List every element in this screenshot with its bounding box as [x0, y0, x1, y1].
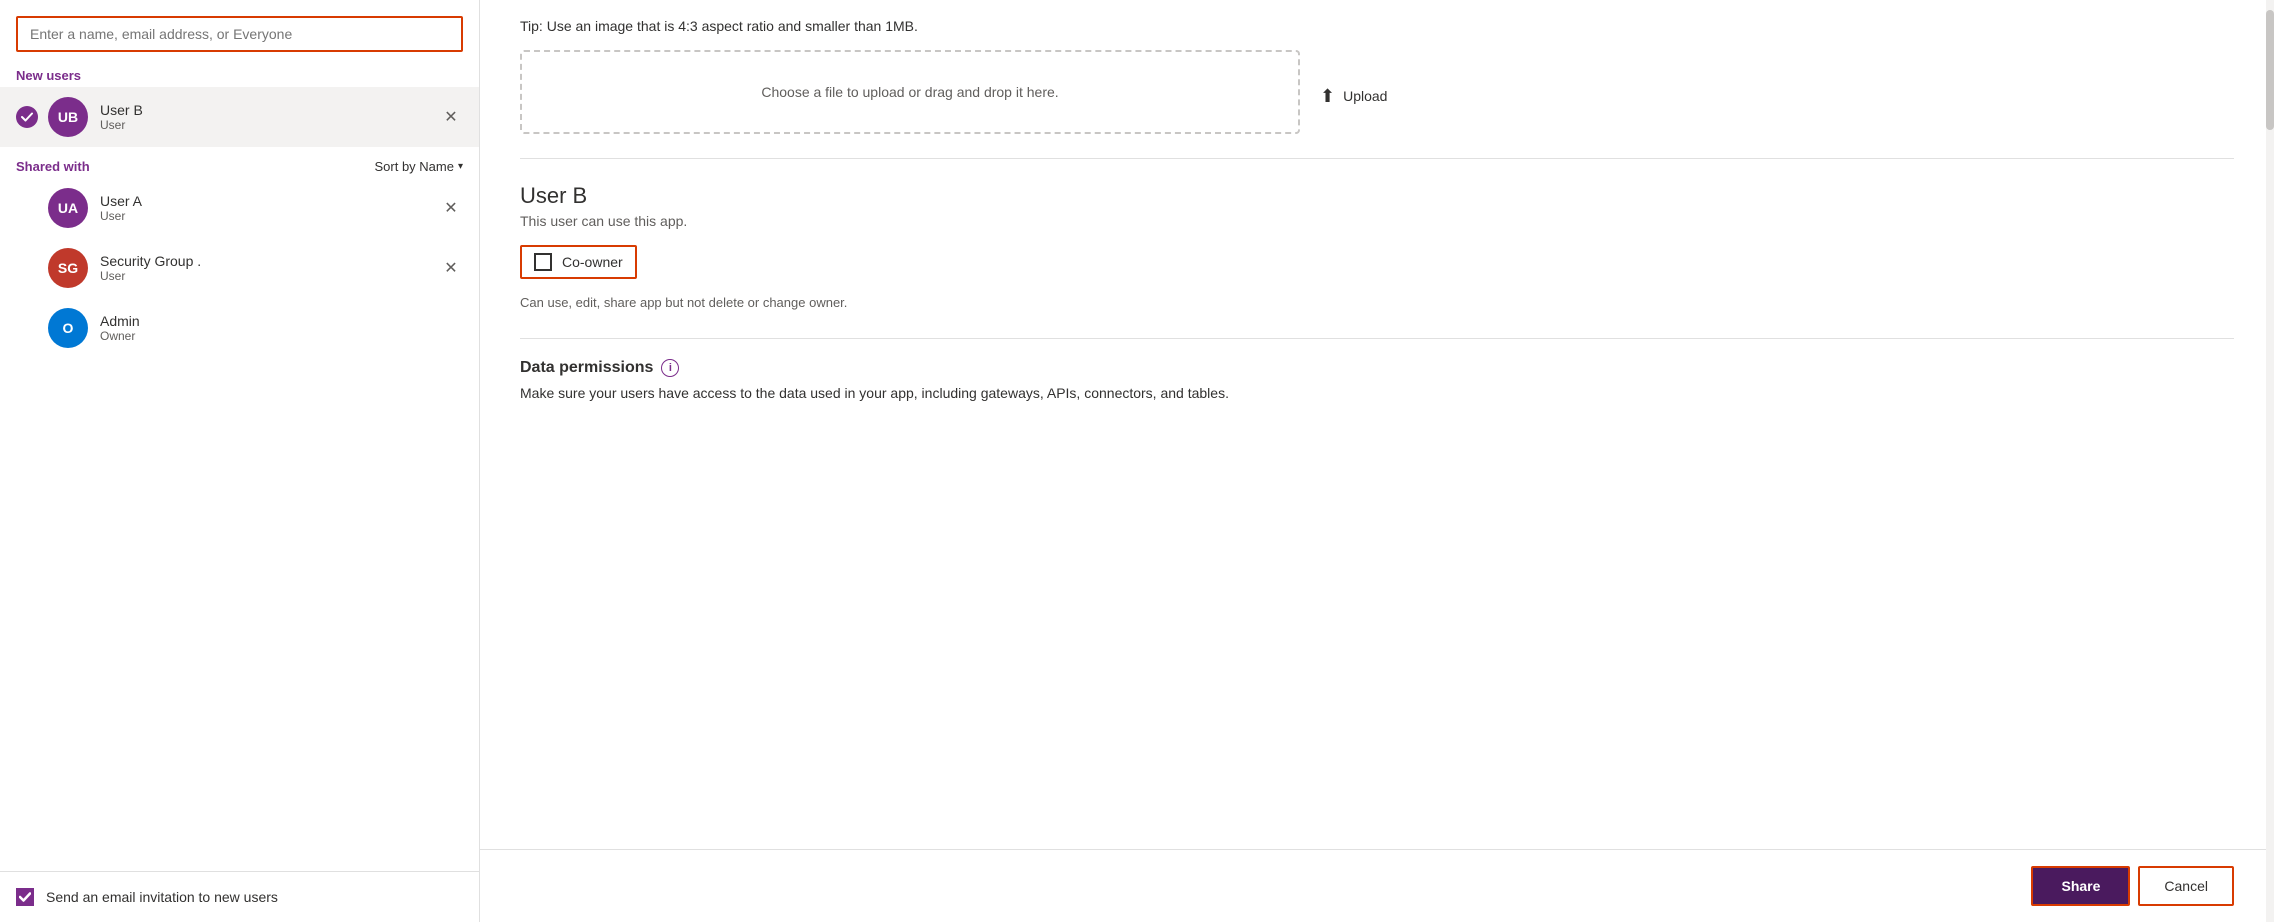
search-input[interactable]: [16, 16, 463, 52]
user-info: Security Group . User: [100, 253, 439, 283]
check-icon: [21, 111, 33, 123]
right-content: Tip: Use an image that is 4:3 aspect rat…: [480, 0, 2274, 849]
data-permissions-section: Data permissions i Make sure your users …: [520, 359, 2234, 401]
check-icon: [19, 891, 31, 903]
shared-with-header: Shared with Sort by Name ▾: [0, 147, 479, 178]
send-email-row: Send an email invitation to new users: [0, 871, 479, 922]
section-divider-2: [520, 338, 2234, 339]
user-info: User B User: [100, 102, 439, 132]
cancel-button[interactable]: Cancel: [2138, 866, 2234, 906]
coowner-row: Co-owner: [520, 245, 637, 279]
user-role: User: [100, 209, 439, 223]
avatar: SG: [48, 248, 88, 288]
user-info: Admin Owner: [100, 313, 463, 343]
data-permissions-title: Data permissions: [520, 359, 653, 377]
user-b-subtitle: This user can use this app.: [520, 213, 2234, 229]
check-circle: [16, 106, 38, 128]
user-name: User A: [100, 193, 439, 209]
user-name: Security Group .: [100, 253, 439, 269]
new-users-label: New users: [0, 60, 479, 87]
list-item[interactable]: SG Security Group . User ✕: [0, 238, 479, 298]
sort-by-label: Sort by Name: [374, 159, 453, 174]
remove-button[interactable]: ✕: [439, 105, 463, 129]
user-name: Admin: [100, 313, 463, 329]
coowner-label: Co-owner: [562, 254, 623, 270]
footer-buttons: Share Cancel: [480, 849, 2274, 922]
user-role: User: [100, 269, 439, 283]
upload-button-label: Upload: [1343, 88, 1387, 104]
chevron-down-icon: ▾: [458, 161, 463, 172]
list-item[interactable]: UA User A User ✕: [0, 178, 479, 238]
user-info: User A User: [100, 193, 439, 223]
user-name: User B: [100, 102, 439, 118]
left-panel: New users UB User B User ✕ Shared with S…: [0, 0, 480, 922]
user-role: Owner: [100, 329, 463, 343]
user-role: User: [100, 118, 439, 132]
upload-area[interactable]: Choose a file to upload or drag and drop…: [520, 50, 1300, 134]
right-scrollbar: [2266, 0, 2274, 922]
upload-area-text: Choose a file to upload or drag and drop…: [761, 84, 1058, 100]
upload-row: Choose a file to upload or drag and drop…: [520, 50, 2234, 142]
remove-button[interactable]: ✕: [439, 256, 463, 280]
search-box-wrapper: [0, 0, 479, 60]
data-permissions-desc: Make sure your users have access to the …: [520, 385, 2234, 401]
tip-text: Tip: Use an image that is 4:3 aspect rat…: [520, 10, 2234, 50]
data-permissions-header: Data permissions i: [520, 359, 2234, 377]
avatar: O: [48, 308, 88, 348]
info-icon[interactable]: i: [661, 359, 679, 377]
upload-arrow-icon: ⬆: [1320, 86, 1335, 107]
shared-with-label: Shared with: [16, 159, 90, 174]
user-b-section: User B This user can use this app. Co-ow…: [520, 175, 2234, 318]
avatar: UB: [48, 97, 88, 137]
section-divider-1: [520, 158, 2234, 159]
upload-button[interactable]: ⬆ Upload: [1320, 86, 1387, 107]
user-b-title: User B: [520, 183, 2234, 209]
send-email-label: Send an email invitation to new users: [46, 889, 278, 905]
list-item[interactable]: O Admin Owner: [0, 298, 479, 358]
send-email-checkbox[interactable]: [16, 888, 34, 906]
remove-button[interactable]: ✕: [439, 196, 463, 220]
right-panel: Tip: Use an image that is 4:3 aspect rat…: [480, 0, 2274, 922]
sort-by-button[interactable]: Sort by Name ▾: [374, 159, 463, 174]
share-button[interactable]: Share: [2031, 866, 2130, 906]
coowner-desc: Can use, edit, share app but not delete …: [520, 295, 2234, 310]
new-user-item[interactable]: UB User B User ✕: [0, 87, 479, 147]
scrollbar-thumb[interactable]: [2266, 10, 2274, 130]
coowner-checkbox[interactable]: [534, 253, 552, 271]
shared-users-list: UA User A User ✕ SG Security Group . Use…: [0, 178, 479, 871]
avatar: UA: [48, 188, 88, 228]
